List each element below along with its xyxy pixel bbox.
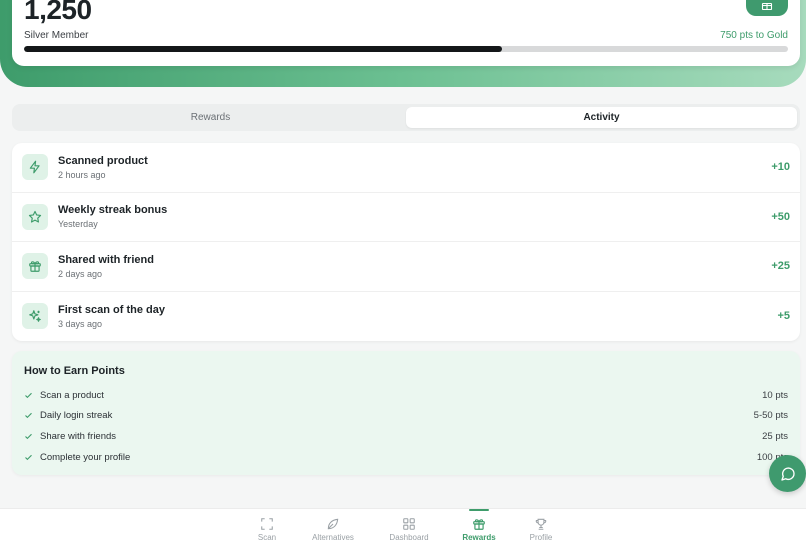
- earn-item-label: Complete your profile: [40, 451, 131, 463]
- activity-title: Shared with friend: [58, 253, 154, 266]
- activity-points: +25: [771, 260, 790, 273]
- nav-dashboard[interactable]: Dashboard: [379, 509, 439, 542]
- active-indicator: [469, 509, 489, 511]
- check-icon: [25, 392, 32, 398]
- earn-item-label: Share with friends: [40, 430, 117, 442]
- earn-item: Scan a product 10 pts: [24, 385, 788, 406]
- tab-rewards[interactable]: Rewards: [15, 107, 406, 128]
- rewards-tabs: Rewards Activity: [12, 104, 800, 131]
- activity-time: 2 hours ago: [58, 169, 106, 180]
- activity-title: Scanned product: [58, 154, 148, 167]
- tier-progress-bar: [24, 46, 788, 52]
- chat-bubble-icon: [780, 466, 795, 481]
- earn-item-label: Daily login streak: [40, 410, 113, 422]
- nav-label: Dashboard: [389, 533, 429, 542]
- lightning-icon: [29, 160, 40, 174]
- activity-item[interactable]: Scanned product 2 hours ago +10: [12, 143, 800, 193]
- redeem-button[interactable]: [746, 0, 788, 16]
- star-icon: [28, 210, 42, 223]
- activity-points: +5: [777, 310, 790, 323]
- nav-scan[interactable]: Scan: [237, 509, 297, 542]
- earn-item: Daily login streak 5-50 pts: [24, 406, 788, 427]
- scan-icon: [261, 518, 273, 530]
- activity-title: First scan of the day: [58, 303, 165, 316]
- trophy-icon: [535, 518, 547, 530]
- activity-points: +50: [771, 210, 790, 223]
- earn-title: How to Earn Points: [24, 365, 125, 377]
- earn-item-value: 25 pts: [762, 430, 788, 442]
- how-to-earn-card: How to Earn Points Scan a product 10 pts…: [12, 351, 800, 475]
- earn-item: Complete your profile 100 pts: [24, 447, 788, 468]
- earn-item-label: Scan a product: [40, 389, 104, 401]
- points-card: 1,250 Silver Member 750 pts to Gold: [12, 0, 800, 66]
- gift-icon: [29, 261, 41, 273]
- tier-label: Silver Member: [24, 30, 89, 41]
- activity-time: Yesterday: [58, 219, 98, 230]
- nav-label: Rewards: [462, 533, 496, 542]
- nav-label: Profile: [529, 533, 553, 542]
- grid-icon: [403, 518, 415, 530]
- nav-label: Scan: [257, 533, 277, 542]
- tab-activity[interactable]: Activity: [406, 107, 797, 128]
- check-icon: [25, 454, 32, 460]
- gift-icon: [473, 519, 485, 530]
- activity-time: 2 days ago: [58, 268, 103, 279]
- activity-points: +10: [771, 161, 790, 174]
- gift-icon: [761, 2, 773, 10]
- nav-alternatives[interactable]: Alternatives: [303, 509, 363, 542]
- nav-label: Alternatives: [312, 533, 354, 542]
- points-balance: 1,250: [24, 0, 92, 25]
- sparkles-icon: [29, 310, 41, 323]
- next-tier-label: 750 pts to Gold: [720, 30, 788, 41]
- bottom-nav: Scan Alternatives Dashboard Rewards Prof…: [0, 508, 806, 542]
- activity-title: Weekly streak bonus: [58, 204, 168, 217]
- activity-item[interactable]: Shared with friend 2 days ago +25: [12, 242, 800, 292]
- nav-rewards[interactable]: Rewards: [449, 509, 509, 542]
- activity-list: Scanned product 2 hours ago +10 Weekly s…: [12, 143, 800, 341]
- tier-progress-fill: [24, 46, 502, 52]
- earn-item-value: 5-50 pts: [753, 410, 788, 422]
- chat-button[interactable]: [769, 455, 806, 492]
- nav-profile[interactable]: Profile: [511, 509, 571, 542]
- earn-item: Share with friends 25 pts: [24, 426, 788, 447]
- leaf-icon: [327, 518, 339, 530]
- activity-time: 3 days ago: [58, 318, 103, 329]
- activity-item[interactable]: Weekly streak bonus Yesterday +50: [12, 193, 800, 242]
- check-icon: [25, 413, 32, 419]
- earn-item-value: 10 pts: [762, 389, 788, 401]
- check-icon: [25, 433, 32, 440]
- activity-item[interactable]: First scan of the day 3 days ago +5: [12, 292, 800, 342]
